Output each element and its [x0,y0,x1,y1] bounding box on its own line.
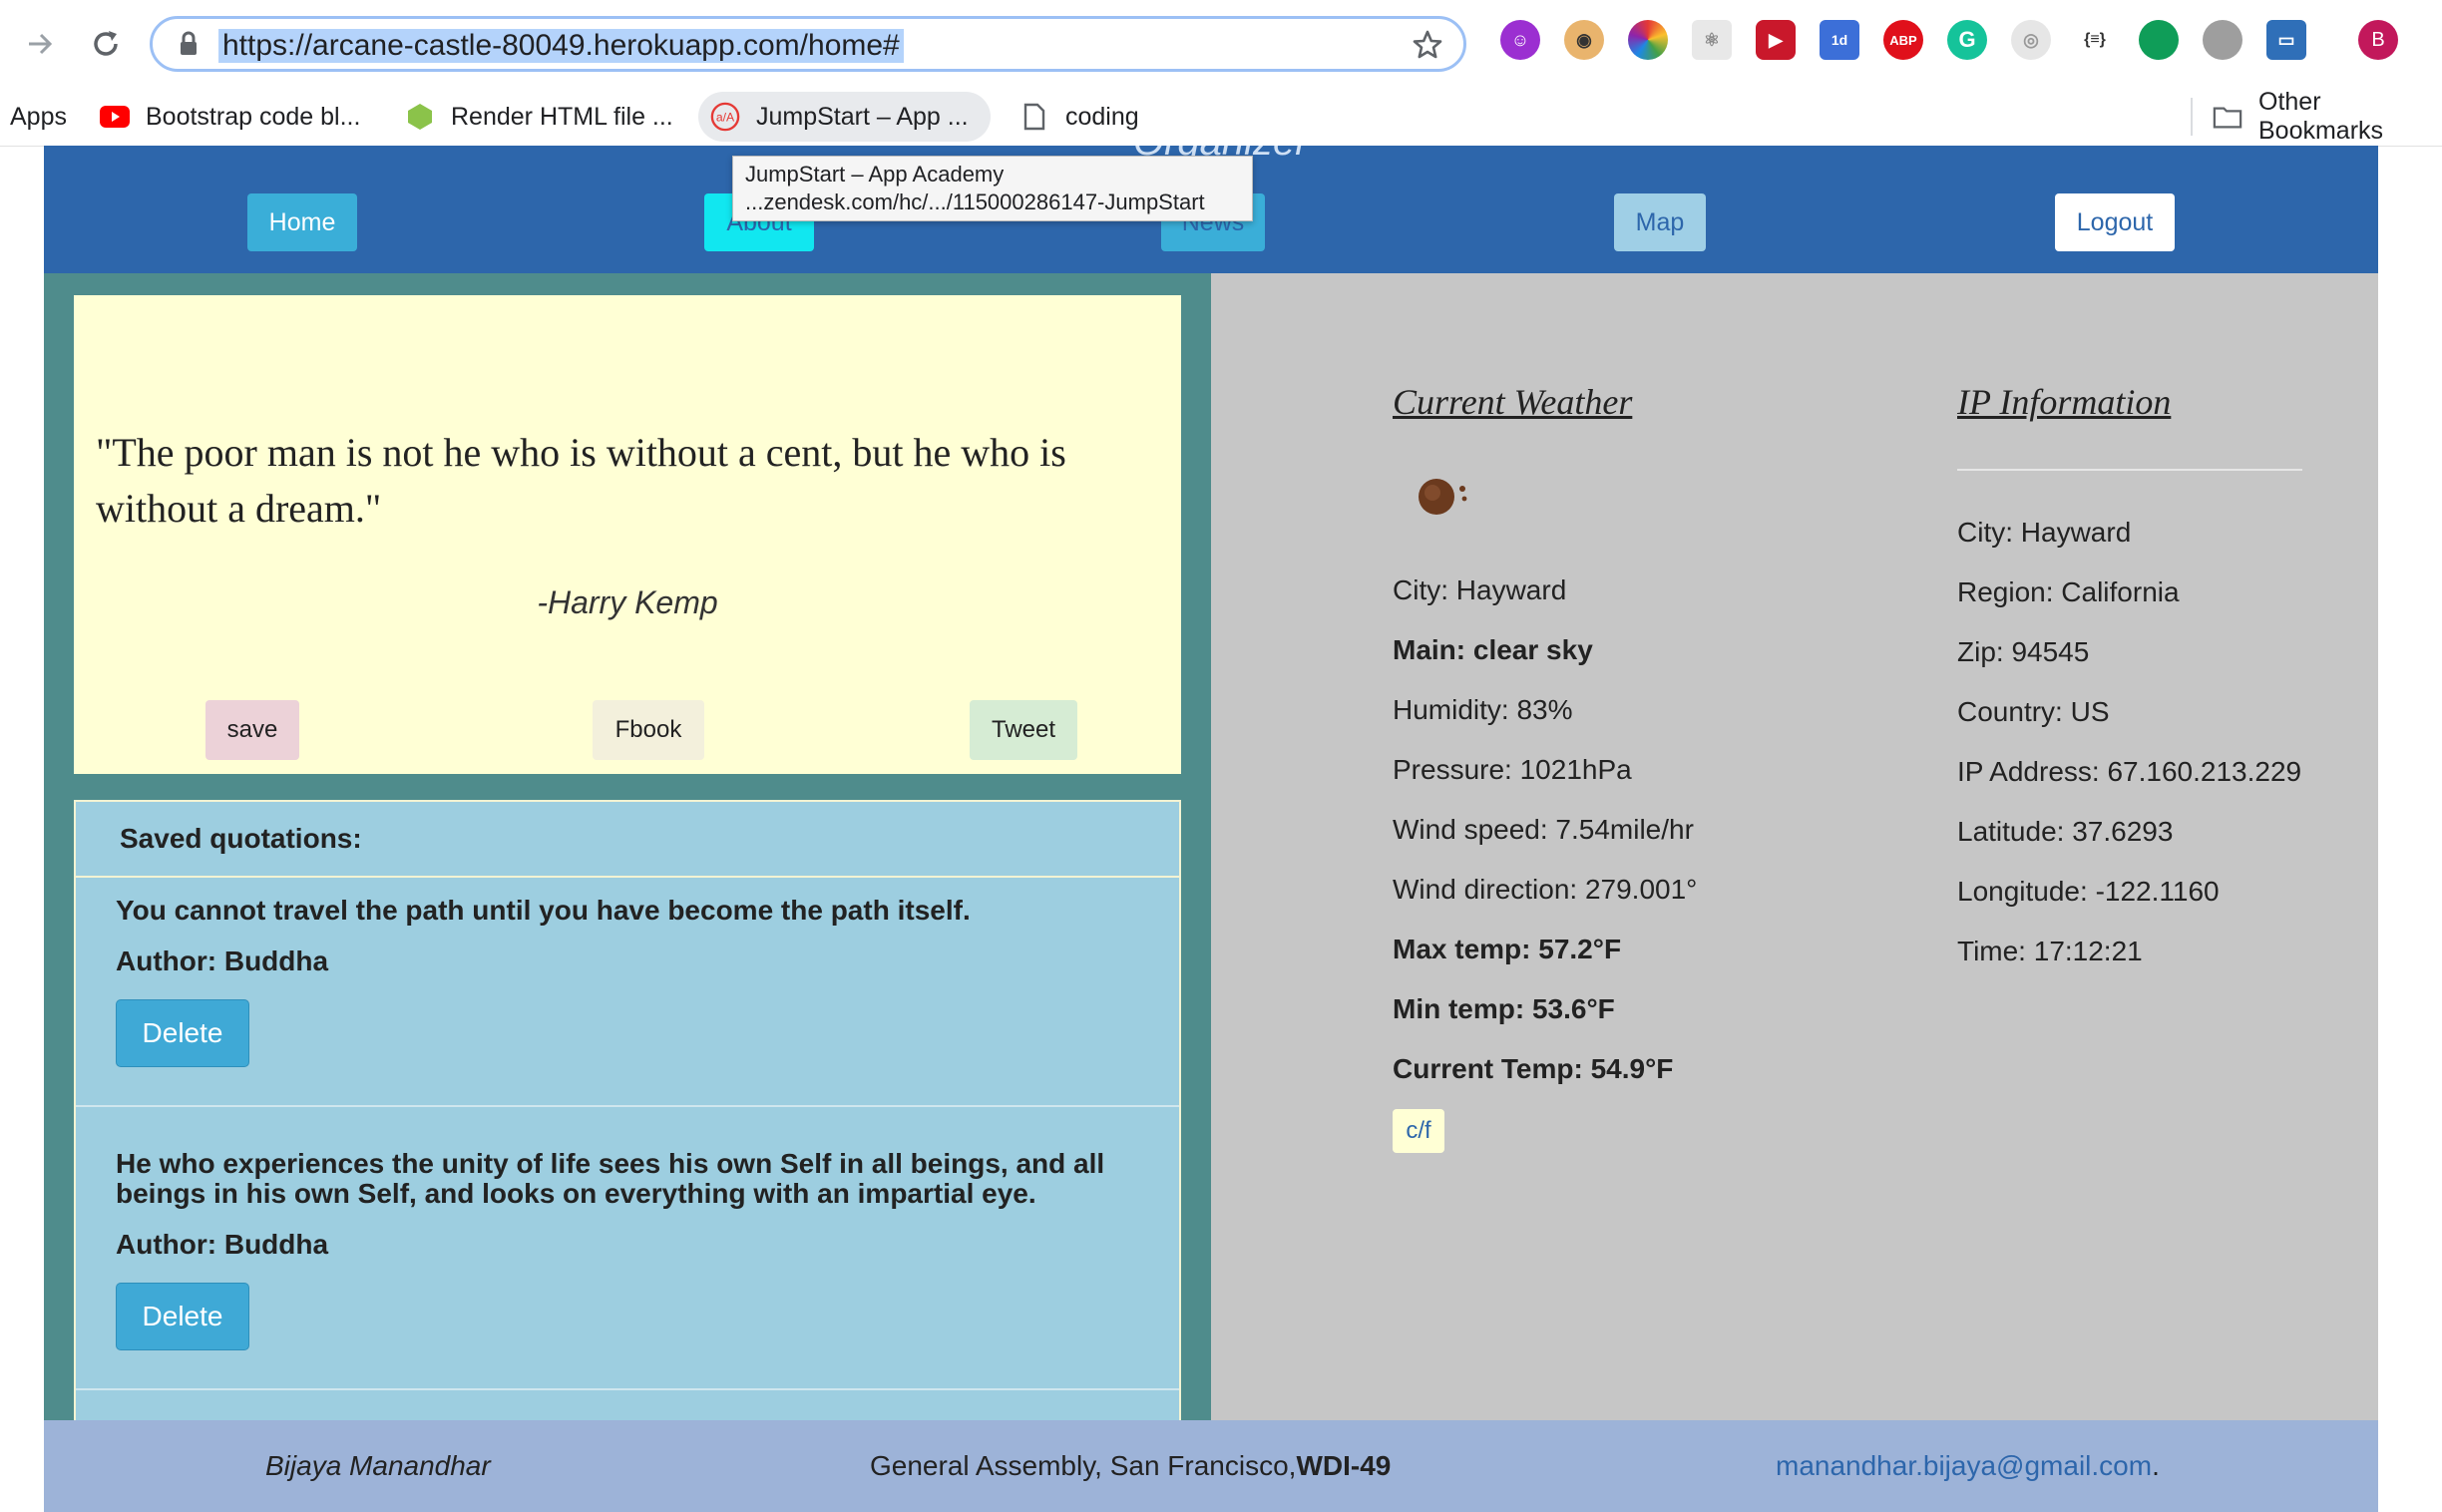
bookmark-render-html[interactable]: Render HTML file ... [405,88,673,146]
saved-quote-author: Author: Buddha [116,1229,329,1260]
fbook-button[interactable]: Fbook [593,700,704,760]
bookmark-apps[interactable]: Apps [10,88,67,146]
url-text[interactable]: https://arcane-castle-80049.herokuapp.co… [218,29,904,63]
owl-icon[interactable]: ◉ [1564,20,1604,60]
quote-text: "The poor man is not he who is without a… [96,430,1066,531]
purple-face-icon[interactable]: ☺ [1500,20,1540,60]
target-icon[interactable]: ◎ [2011,20,2051,60]
bookmark-bootstrap[interactable]: Bootstrap code bl... [100,88,360,146]
quote-card: "The poor man is not he who is without a… [74,295,1181,774]
ip-address: IP Address: 67.160.213.229 [1957,756,2302,787]
atom-icon[interactable]: ⚛ [1692,20,1732,60]
ip-time: Time: 17:12:21 [1957,936,2143,966]
bookmark-other[interactable]: Other Bookmarks [2213,88,2442,146]
ip-country: Country: US [1957,696,2110,727]
color-wheel-icon[interactable] [1628,20,1668,60]
save-button[interactable]: save [205,700,299,760]
footer-org: General Assembly, San Francisco,WDI-49 [870,1450,1391,1482]
unit-toggle-button[interactable]: c/f [1393,1109,1444,1153]
reload-icon[interactable] [84,22,128,66]
footer: Bijaya Manandhar General Assembly, San F… [44,1420,2378,1512]
ip-region: Region: California [1957,576,2180,607]
app-academy-icon: a/A [710,102,740,132]
weather-wind-direction: Wind direction: 279.001° [1393,874,1698,905]
bookmarks-bar: Apps Bootstrap code bl... Render HTML fi… [0,88,2442,147]
weather-city: City: Hayward [1393,574,1567,605]
bookmark-jumpstart[interactable]: a/A JumpStart – App ... [698,92,991,142]
chat-bubble-icon[interactable] [2139,20,2179,60]
lock-icon [179,31,199,62]
bookmark-label: JumpStart – App ... [756,102,969,131]
youtube-icon [100,102,130,132]
brain-icon[interactable] [2203,20,2242,60]
saved-quotations-header: Saved quotations: [76,802,1179,878]
video-icon[interactable]: ▶ [1756,20,1796,60]
nav-logout-button[interactable]: Logout [2055,193,2175,251]
page-icon [1019,102,1049,132]
bookmark-label: coding [1065,102,1139,131]
svg-text:a/A: a/A [716,111,735,125]
saved-quote-item: He who experiences the unity of life see… [76,1107,1179,1390]
bookmark-tooltip: JumpStart – App Academy ...zendesk.com/h… [732,156,1253,221]
delete-button[interactable]: Delete [116,999,249,1067]
saved-quote-text: He who experiences the unity of life see… [116,1148,1105,1209]
ip-latitude: Latitude: 37.6293 [1957,816,2174,847]
saved-quotations-panel: Saved quotations: You cannot travel the … [74,800,1181,1448]
tooltip-url: ...zendesk.com/hc/.../115000286147-JumpS… [745,189,1205,214]
hexagon-icon [405,102,435,132]
apps-label: Apps [10,102,67,131]
delete-button[interactable]: Delete [116,1283,249,1350]
footer-email-link[interactable]: manandhar.bijaya@gmail.com [1776,1450,2152,1481]
right-column: Current Weather City: Hayward Main: clea… [1211,273,2378,1420]
quote-author: -Harry Kemp [537,584,718,620]
weather-pressure: Pressure: 1021hPa [1393,754,1632,785]
monitor-icon[interactable]: ▭ [2266,20,2306,60]
saved-quote-author: Author: Buddha [116,945,329,976]
calendar-icon[interactable]: 1d [1820,20,1859,60]
forward-arrow-icon[interactable] [18,22,62,66]
footer-cohort: WDI-49 [1296,1450,1392,1481]
adblock-icon[interactable]: ABP [1883,20,1923,60]
bookmark-label: Other Bookmarks [2258,88,2384,145]
footer-email-wrap: manandhar.bijaya@gmail.com. [1776,1450,2160,1482]
saved-quote-item: You cannot travel the path until you hav… [76,878,1179,1107]
grammarly-icon[interactable]: G [1947,20,1987,60]
bookmark-star-icon[interactable] [1412,29,1443,66]
web-page: Organizer Home About News Map Logout "Th… [44,146,2378,1512]
profile-avatar[interactable]: B [2358,20,2398,60]
weather-max-temp: Max temp: 57.2°F [1393,934,1622,964]
weather-main: Main: clear sky [1393,634,1593,665]
weather-current-temp: Current Temp: 54.9°F [1393,1053,1674,1084]
footer-period: . [2152,1450,2160,1481]
folder-icon [2213,102,2242,132]
bookmark-divider [2191,98,2193,136]
weather-humidity: Humidity: 83% [1393,694,1573,725]
current-weather-title: Current Weather [1393,382,1633,422]
ip-zip: Zip: 94545 [1957,636,2090,667]
tooltip-title: JumpStart – App Academy [745,162,1005,187]
bookmark-label: Render HTML file ... [451,102,673,131]
ip-city: City: Hayward [1957,517,2132,548]
bookmark-label: Bootstrap code bl... [146,102,361,131]
weather-wind-speed: Wind speed: 7.54mile/hr [1393,814,1694,845]
ip-longitude: Longitude: -122.1160 [1957,876,2220,907]
left-column: "The poor man is not he who is without a… [44,273,1211,1448]
footer-org-text: General Assembly, San Francisco, [870,1450,1297,1481]
bookmark-coding[interactable]: coding [1019,88,1139,146]
nav-map-button[interactable]: Map [1614,193,1706,251]
browser-toolbar: https://arcane-castle-80049.herokuapp.co… [0,0,2442,88]
nav-home-button[interactable]: Home [247,193,357,251]
saved-quote-text: You cannot travel the path until you hav… [116,895,971,926]
weather-min-temp: Min temp: 53.6°F [1393,993,1615,1024]
ip-divider [1957,469,2302,471]
footer-name: Bijaya Manandhar [265,1450,491,1481]
weather-icon [1415,473,1470,522]
json-icon[interactable]: {≡} [2075,20,2115,60]
ip-information-title: IP Information [1957,382,2172,422]
tweet-button[interactable]: Tweet [970,700,1077,760]
address-bar[interactable]: https://arcane-castle-80049.herokuapp.co… [150,16,1466,72]
